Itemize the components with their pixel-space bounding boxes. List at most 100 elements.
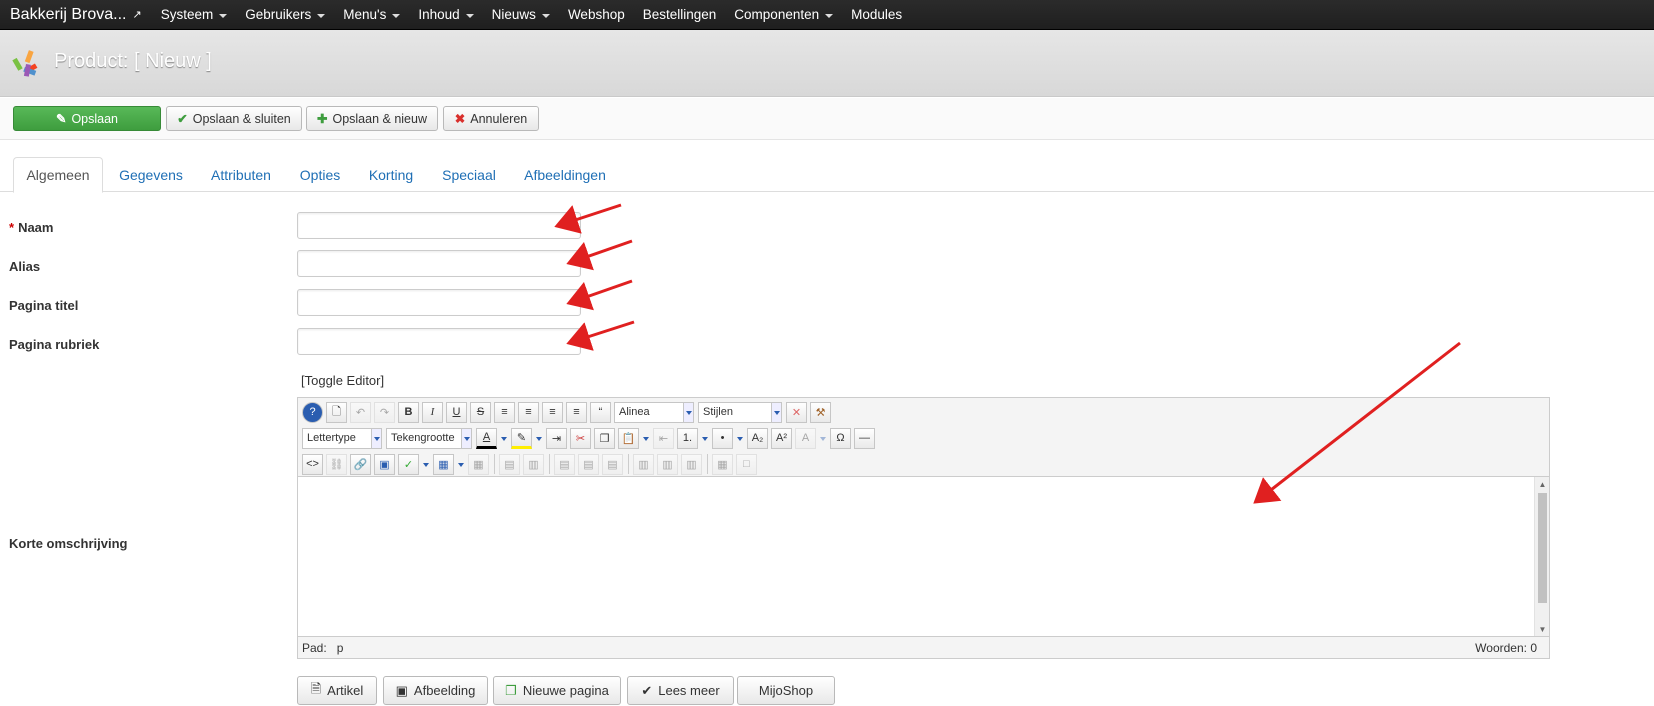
scroll-thumb[interactable] (1538, 493, 1547, 603)
outdent-icon[interactable]: ⇤ (653, 427, 674, 449)
numbered-list-icon[interactable]: 1. (677, 427, 698, 449)
tab-algemeen[interactable]: Algemeen (13, 157, 103, 193)
highlight-color-icon[interactable]: ✎ (511, 427, 532, 449)
rich-text-editor: ? 🗋 ↶ ↷ B I U S ≡ ≡ ≡ ≡ “ Alinea Stijlen… (297, 397, 1550, 659)
save-new-button[interactable]: ✚ Opslaan & nieuw (306, 106, 438, 131)
font-size-select[interactable]: Tekengrootte (386, 427, 472, 449)
unlink-icon[interactable]: ⛓ (326, 453, 347, 475)
chevron-down-icon[interactable] (642, 428, 650, 449)
special-char-icon[interactable]: Ω (830, 427, 851, 449)
format-select[interactable]: Alinea (614, 401, 694, 423)
superscript-icon[interactable]: A² (771, 427, 792, 449)
lees-meer-button[interactable]: ✔ Lees meer (627, 676, 734, 705)
chevron-down-icon[interactable] (422, 454, 430, 475)
indent-icon[interactable]: ⇥ (546, 427, 567, 449)
image-icon[interactable]: ▣ (374, 453, 395, 475)
nav-modules[interactable]: Modules (842, 0, 911, 30)
bold-icon[interactable]: B (398, 401, 419, 423)
help-icon[interactable]: ? (302, 401, 323, 423)
pagina-rubriek-input[interactable] (297, 328, 581, 355)
cell-props-icon[interactable]: ▥ (523, 453, 544, 475)
source-code-icon[interactable]: <> (302, 453, 323, 475)
undo-icon[interactable]: ↶ (350, 401, 371, 423)
split-cells-icon[interactable]: ▦ (712, 453, 733, 475)
tab-speciaal[interactable]: Speciaal (434, 157, 504, 193)
strikethrough-icon[interactable]: S (470, 401, 491, 423)
align-center-icon[interactable]: ≡ (518, 401, 539, 423)
site-brand-link[interactable]: Bakkerij Brova... ↗ (0, 0, 152, 30)
alias-input[interactable] (297, 250, 581, 277)
redo-icon[interactable]: ↷ (374, 401, 395, 423)
nav-nieuws[interactable]: Nieuws (483, 0, 559, 30)
korte-omschrijving-label: Korte omschrijving (9, 536, 128, 551)
action-toolbar: ✎ Opslaan ✔ Opslaan & sluiten ✚ Opslaan & n… (0, 98, 1654, 140)
chevron-down-icon[interactable] (457, 454, 465, 475)
font-family-select[interactable]: Lettertype (302, 427, 382, 449)
eraser-icon[interactable]: ✕ (786, 401, 807, 423)
chevron-down-icon[interactable] (500, 428, 508, 449)
delete-col-icon[interactable]: ▥ (681, 453, 702, 475)
tab-gegevens[interactable]: Gegevens (113, 157, 189, 193)
save-button[interactable]: ✎ Opslaan (13, 106, 161, 131)
nav-menus[interactable]: Menu's (334, 0, 409, 30)
nav-componenten[interactable]: Componenten (725, 0, 842, 30)
tab-opties[interactable]: Opties (292, 157, 348, 193)
nav-inhoud[interactable]: Inhoud (409, 0, 482, 30)
scroll-up-icon[interactable]: ▲ (1535, 477, 1550, 491)
scroll-down-icon[interactable]: ▼ (1535, 622, 1550, 636)
naam-input[interactable] (297, 212, 581, 239)
chevron-down-icon[interactable] (819, 428, 827, 449)
horizontal-rule-icon[interactable]: — (854, 427, 875, 449)
align-right-icon[interactable]: ≡ (566, 401, 587, 423)
plus-icon: ✚ (317, 112, 328, 126)
paste-icon[interactable]: 📋 (618, 427, 639, 449)
tab-afbeeldingen[interactable]: Afbeeldingen (518, 157, 612, 193)
link-icon[interactable]: 🔗 (350, 453, 371, 475)
chevron-down-icon[interactable] (701, 428, 709, 449)
new-document-icon[interactable]: 🗋 (326, 401, 347, 423)
underline-icon[interactable]: U (446, 401, 467, 423)
nav-systeem[interactable]: Systeem (152, 0, 237, 30)
blockquote-icon[interactable]: “ (590, 401, 611, 423)
insert-col-before-icon[interactable]: ▥ (633, 453, 654, 475)
path-element-p[interactable]: p (337, 641, 344, 655)
nav-bestellingen[interactable]: Bestellingen (634, 0, 726, 30)
row-props-icon[interactable]: ▤ (499, 453, 520, 475)
nav-gebruikers[interactable]: Gebruikers (236, 0, 334, 30)
insert-col-after-icon[interactable]: ▥ (657, 453, 678, 475)
italic-icon[interactable]: I (422, 401, 443, 423)
spellcheck-icon[interactable]: ✓ (398, 453, 419, 475)
mijoshop-button[interactable]: MijoShop (737, 676, 835, 705)
table-icon[interactable]: ▦ (433, 453, 454, 475)
chevron-down-icon[interactable] (535, 428, 543, 449)
chevron-down-icon[interactable] (736, 428, 744, 449)
nav-webshop[interactable]: Webshop (559, 0, 634, 30)
cancel-button[interactable]: ✖ Annuleren (443, 106, 539, 131)
styles-select[interactable]: Stijlen (698, 401, 782, 423)
bullet-list-icon[interactable]: • (712, 427, 733, 449)
nieuwe-pagina-button[interactable]: ❐ Nieuwe pagina (493, 676, 621, 705)
subscript-icon[interactable]: A₂ (747, 427, 768, 449)
artikel-button[interactable]: 🗎 Artikel (297, 676, 377, 705)
delete-table-icon[interactable]: ▦ (468, 453, 489, 475)
cleanup-broom-icon[interactable]: ⚒ (810, 401, 831, 423)
editor-content-area[interactable]: ▲ ▼ (298, 476, 1549, 637)
insert-row-after-icon[interactable]: ▤ (578, 453, 599, 475)
tab-korting[interactable]: Korting (362, 157, 420, 193)
save-close-button[interactable]: ✔ Opslaan & sluiten (166, 106, 302, 131)
align-left-icon[interactable]: ≡ (542, 401, 563, 423)
toggle-editor-link[interactable]: [Toggle Editor] (301, 373, 384, 388)
insert-row-before-icon[interactable]: ▤ (554, 453, 575, 475)
delete-row-icon[interactable]: ▤ (602, 453, 623, 475)
tab-attributen[interactable]: Attributen (203, 157, 279, 193)
cut-icon[interactable]: ✂ (570, 427, 591, 449)
text-color-icon[interactable]: A (476, 427, 497, 449)
copy-icon[interactable]: ❐ (594, 427, 615, 449)
editor-scrollbar[interactable]: ▲ ▼ (1534, 477, 1549, 636)
clear-format-icon[interactable]: A (795, 427, 816, 449)
justify-icon[interactable]: ≡ (494, 401, 515, 423)
afbeelding-button[interactable]: ▣ Afbeelding (383, 676, 488, 705)
arrow-to-pagina-rubriek (566, 320, 635, 351)
merge-cells-icon[interactable]: □ (736, 453, 757, 475)
pagina-titel-input[interactable] (297, 289, 581, 316)
